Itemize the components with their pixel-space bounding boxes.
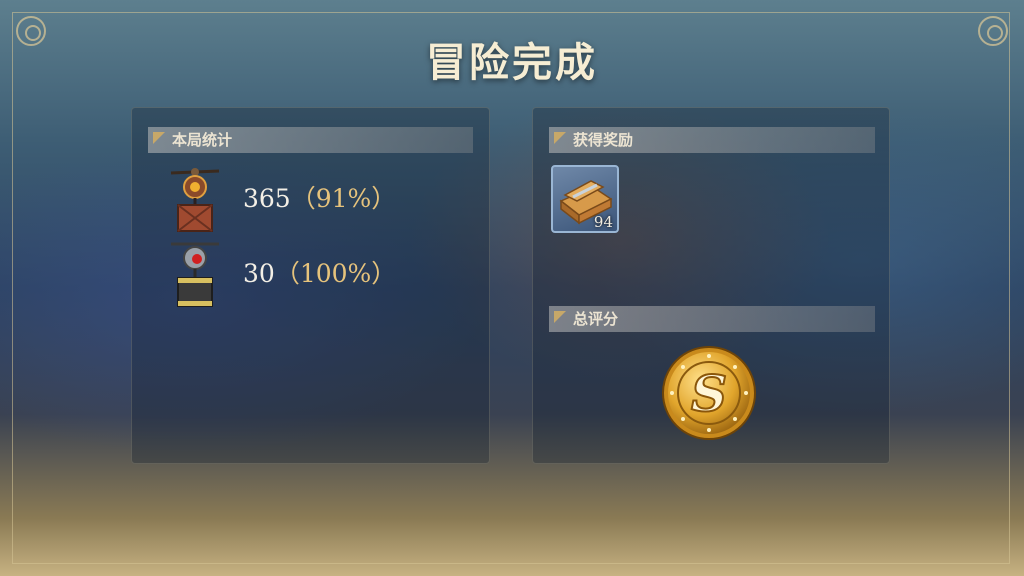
page-title: 冒险完成 <box>426 39 598 86</box>
orange-crate-drone-icon <box>170 168 220 232</box>
stat-value: 30 <box>243 259 275 288</box>
header-triangle-icon <box>153 132 165 144</box>
stat-percent: （100%） <box>274 259 397 288</box>
rewards-header-label: 获得奖励 <box>573 131 634 149</box>
grade-s-badge: S <box>661 345 757 441</box>
header-triangle-icon <box>554 311 566 323</box>
grade-letter: S <box>691 364 727 423</box>
stat-row-dark: 30（100%） <box>165 238 465 308</box>
stat-percent: （91%） <box>290 184 397 213</box>
header-triangle-icon <box>554 132 566 144</box>
stat-value: 365 <box>243 184 291 213</box>
dark-crate-drone-icon <box>171 242 219 307</box>
rating-header-label: 总评分 <box>573 310 619 328</box>
rating-header: 总评分 <box>549 306 875 332</box>
grade-medal-icon: S <box>662 346 756 440</box>
stats-header: 本局统计 <box>148 127 473 153</box>
stat-count-orange: 365（91%） <box>243 179 396 215</box>
reward-item-slot[interactable]: 94 <box>551 165 619 233</box>
stats-header-label: 本局统计 <box>172 131 233 149</box>
reward-item-count: 94 <box>593 213 613 231</box>
rewards-header: 获得奖励 <box>549 127 875 153</box>
stat-row-orange: 365（91%） <box>165 163 465 233</box>
stat-count-dark: 30（100%） <box>243 254 396 290</box>
